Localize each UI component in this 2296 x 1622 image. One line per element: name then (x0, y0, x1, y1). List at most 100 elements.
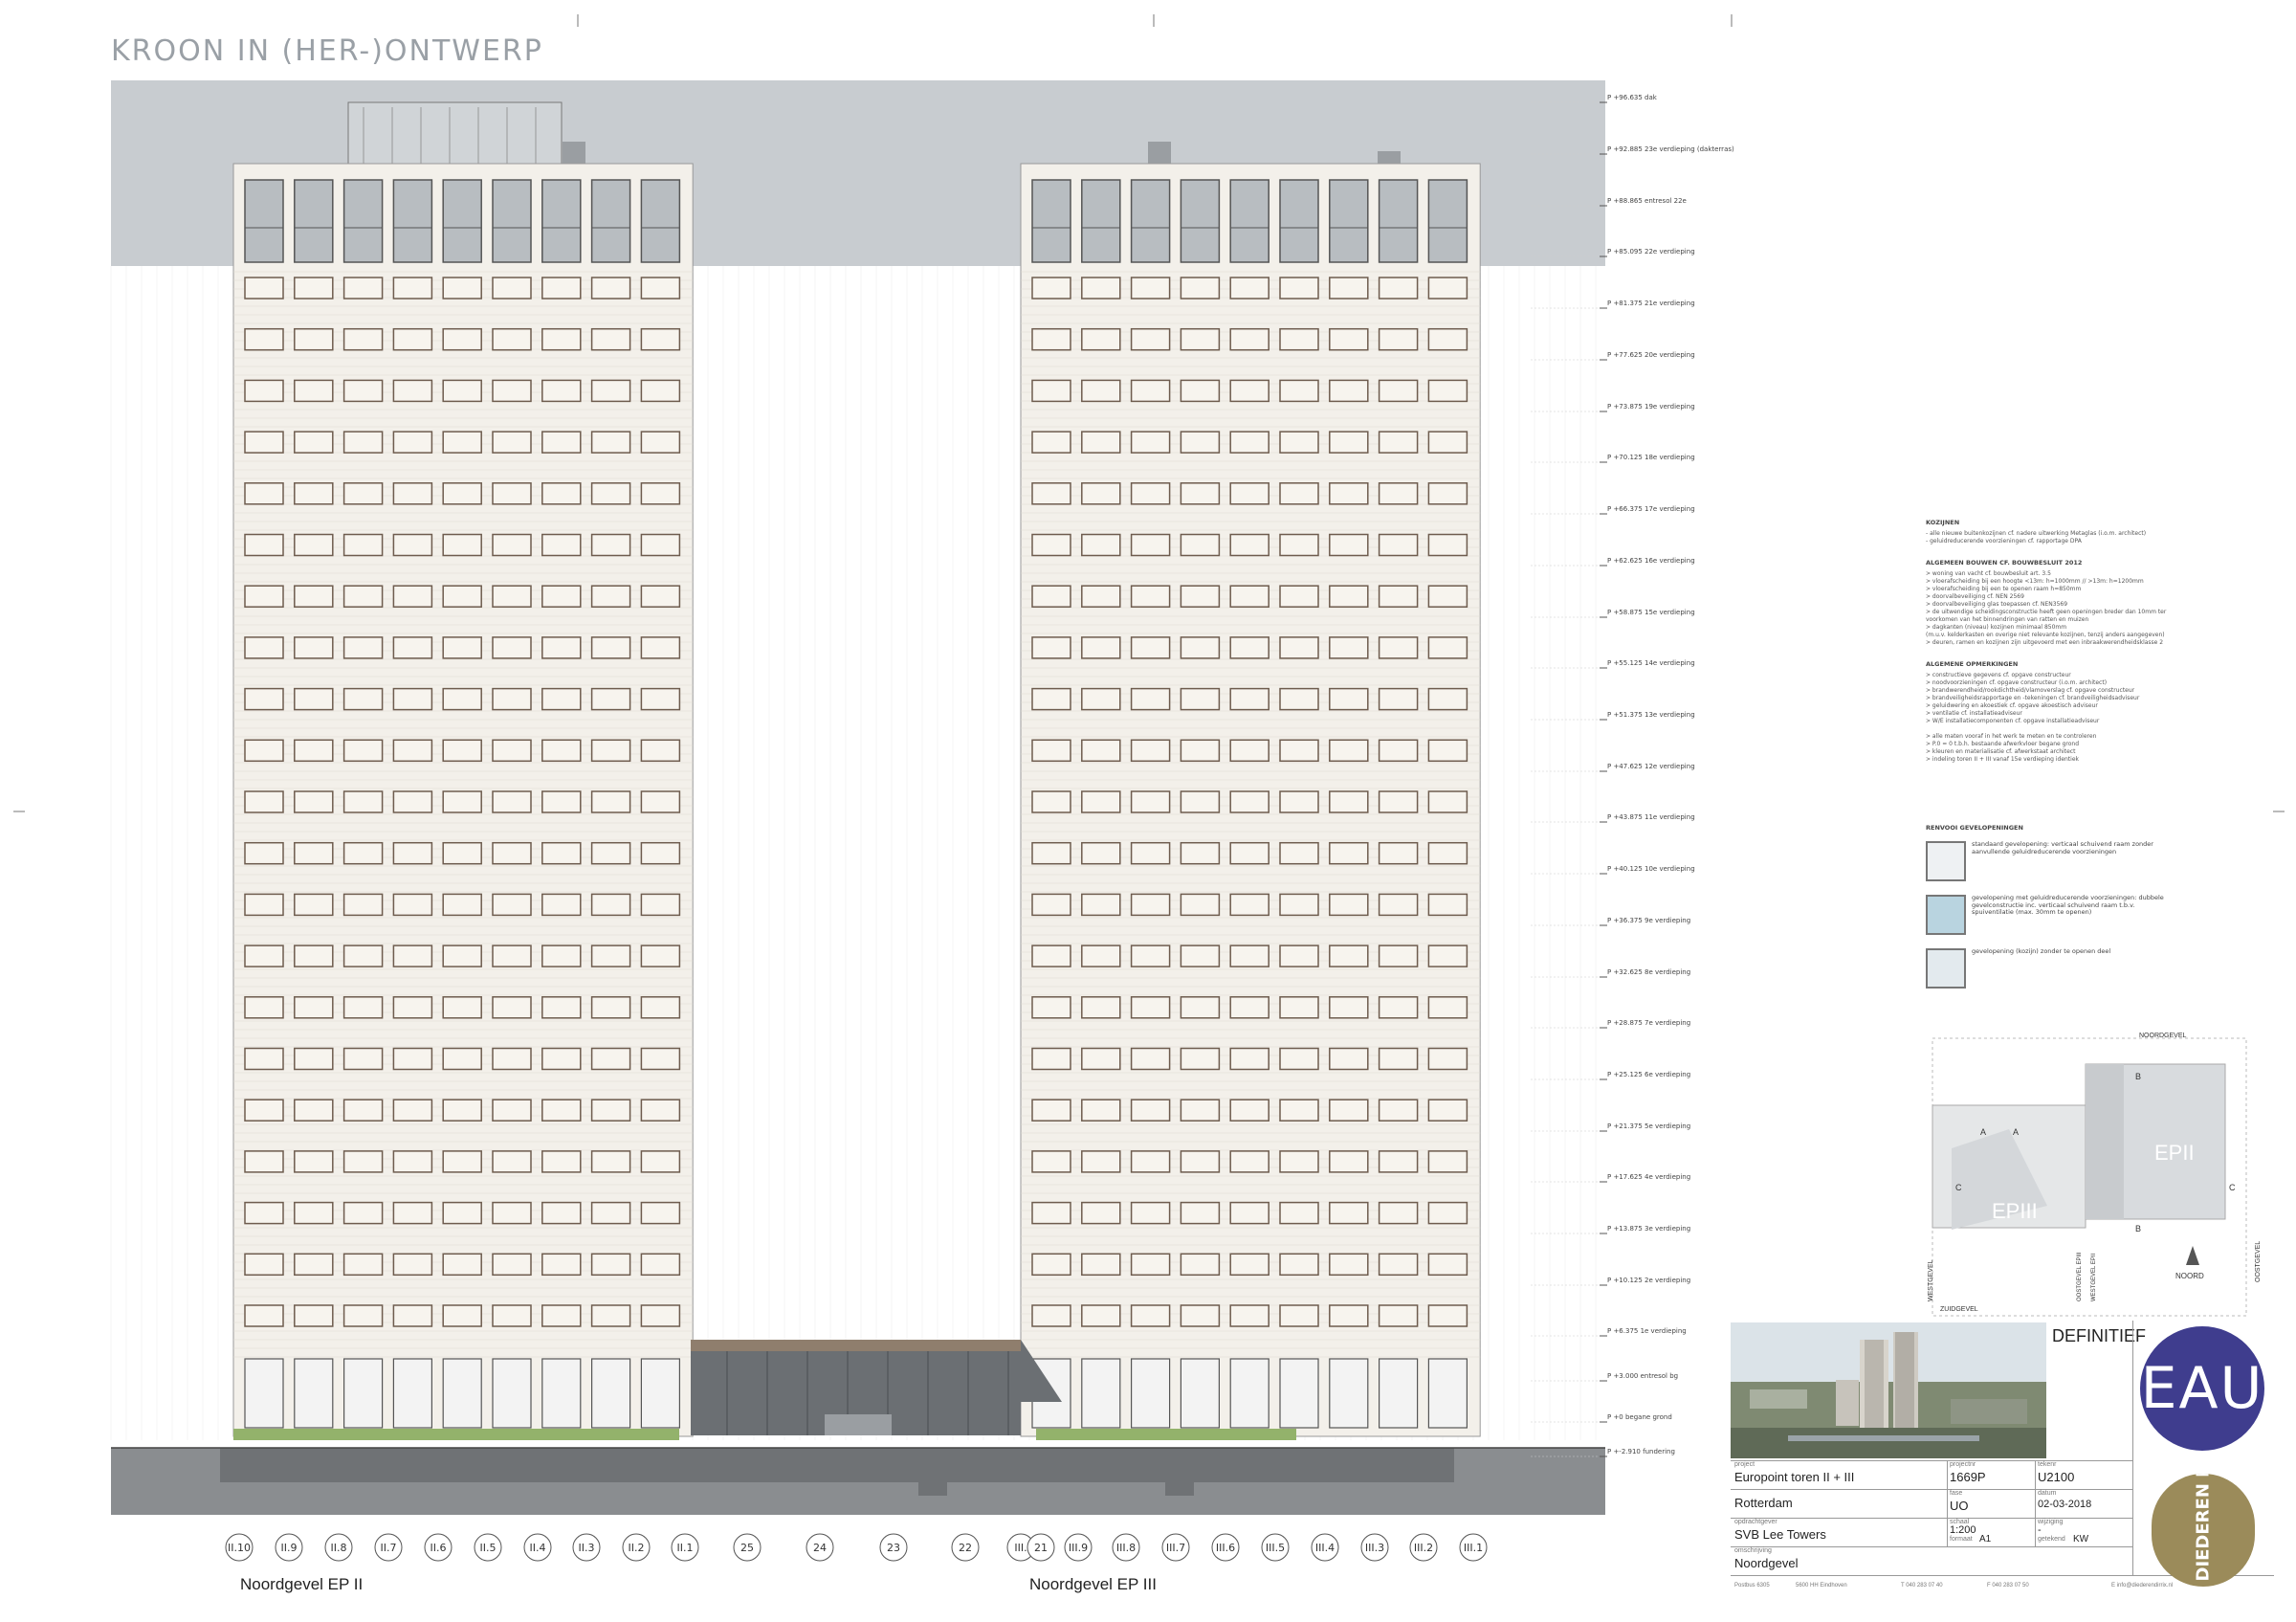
roof-block (1148, 142, 1171, 164)
window (1180, 1304, 1221, 1327)
window (1229, 636, 1269, 659)
window (1229, 1099, 1269, 1122)
window (1031, 277, 1071, 300)
window (590, 482, 631, 505)
window (1031, 431, 1071, 454)
window (1180, 533, 1221, 557)
window (640, 893, 681, 917)
ground-window (1279, 1358, 1319, 1429)
window (1329, 1304, 1369, 1327)
window (1229, 1304, 1269, 1327)
window (1229, 1201, 1269, 1225)
window (1081, 585, 1121, 608)
window (541, 1150, 582, 1173)
window (541, 1201, 582, 1225)
window (1081, 636, 1121, 659)
legend-text: gevelopening met geluidreducerende voorz… (1972, 894, 2164, 916)
window (244, 893, 284, 917)
window (1427, 379, 1468, 403)
window (1279, 1201, 1319, 1225)
diederen-dirrix-logo: DIEDEREN DIRRIX (2152, 1474, 2255, 1587)
crown-window (1130, 179, 1171, 263)
window (342, 585, 384, 608)
window (244, 277, 284, 300)
window (1130, 585, 1171, 608)
axis-label: 22 (959, 1542, 972, 1554)
window (1081, 1253, 1121, 1277)
green-strip (233, 1429, 679, 1440)
render-photo (1731, 1322, 2046, 1458)
window (1130, 790, 1171, 813)
window (492, 327, 532, 351)
window (1130, 1304, 1171, 1327)
window (640, 687, 681, 711)
legend-title: RENVOOI GEVELOPENINGEN (1926, 824, 2023, 832)
window (590, 1099, 631, 1122)
window (392, 1304, 433, 1327)
window (1378, 1099, 1419, 1122)
window (294, 533, 334, 557)
window (640, 482, 681, 505)
window (392, 790, 433, 813)
window (640, 327, 681, 351)
ground-window (343, 1358, 384, 1429)
level-label: P +10.125 2e verdieping (1607, 1277, 1690, 1284)
facade-label-left: Noordgevel EP II (240, 1575, 363, 1593)
window (640, 1150, 681, 1173)
window (1427, 533, 1468, 557)
window (1329, 996, 1369, 1019)
window (442, 431, 482, 454)
window (1329, 1201, 1369, 1225)
window (244, 431, 284, 454)
window (1081, 893, 1121, 917)
window (590, 1150, 631, 1173)
window (492, 841, 532, 865)
window (1427, 636, 1468, 659)
ground-window (1378, 1358, 1419, 1429)
level-label: P +92.885 23e verdieping (dakterras) (1607, 145, 1734, 153)
window (541, 841, 582, 865)
window (640, 379, 681, 403)
window (541, 1099, 582, 1122)
window (640, 585, 681, 608)
window (244, 841, 284, 865)
window (541, 1047, 582, 1071)
window (590, 431, 631, 454)
window (492, 1304, 532, 1327)
window (1279, 996, 1319, 1019)
window (1329, 533, 1369, 557)
window (392, 636, 433, 659)
level-label: P +62.625 16e verdieping (1607, 557, 1695, 565)
window (342, 533, 384, 557)
window (1031, 585, 1071, 608)
window (294, 996, 334, 1019)
window (1081, 790, 1121, 813)
ground-window (1180, 1358, 1221, 1429)
window (1180, 585, 1221, 608)
window (590, 1201, 631, 1225)
axis-label: II.4 (530, 1542, 546, 1554)
window (442, 790, 482, 813)
window (492, 482, 532, 505)
window (640, 944, 681, 967)
window (640, 1304, 681, 1327)
legend-text: standaard gevelopening: verticaal schuiv… (1972, 840, 2153, 855)
notes-item: > geluidwering en akoestiek cf. opgave a… (1926, 702, 2098, 709)
window (492, 1253, 532, 1277)
window (342, 1253, 384, 1277)
window (442, 327, 482, 351)
window (1427, 431, 1468, 454)
green-strip (1036, 1429, 1296, 1440)
keyplan-ep2-shade (2086, 1064, 2124, 1219)
window (294, 277, 334, 300)
window (294, 1253, 334, 1277)
window (590, 533, 631, 557)
window (294, 790, 334, 813)
level-label: P +25.125 6e verdieping (1607, 1071, 1690, 1078)
window (1081, 841, 1121, 865)
window (640, 739, 681, 763)
window (640, 996, 681, 1019)
window (541, 1304, 582, 1327)
label-project: project (1734, 1461, 1755, 1468)
roof-block (1378, 151, 1401, 164)
